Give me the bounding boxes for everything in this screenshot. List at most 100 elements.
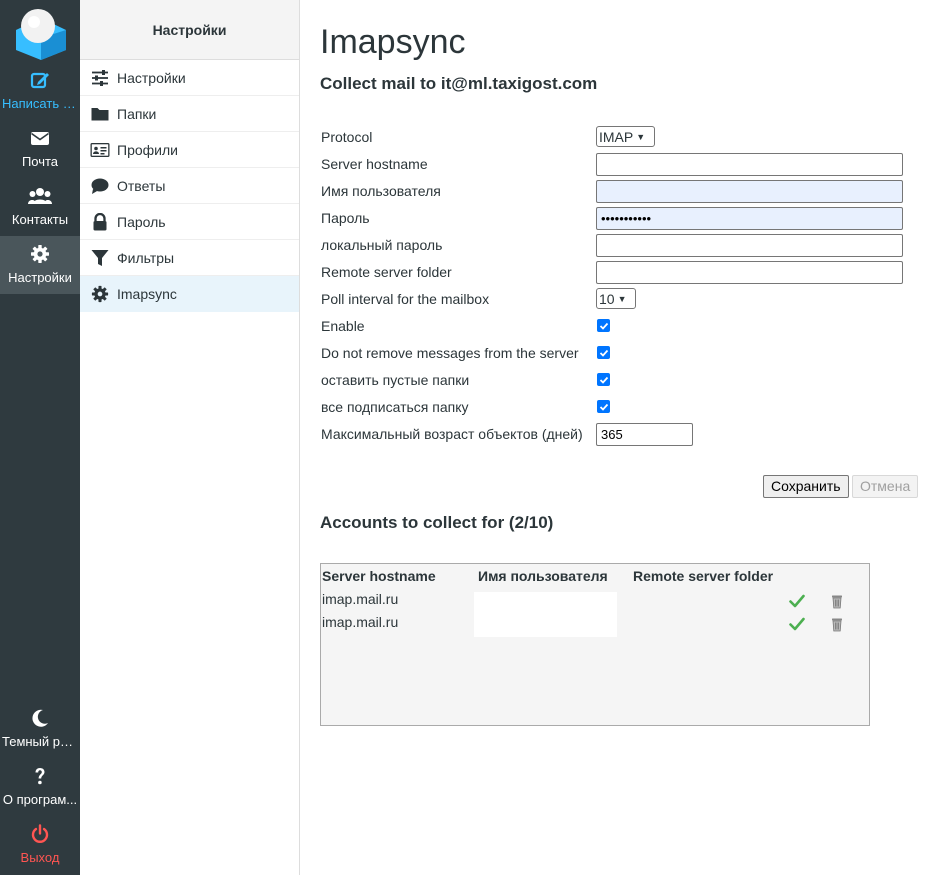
- app-logo: [14, 4, 68, 60]
- max-age-input[interactable]: [596, 423, 693, 446]
- protocol-select[interactable]: IMAP ▼: [596, 126, 655, 147]
- column-header: Remote server folder: [633, 568, 774, 584]
- settings-button[interactable]: Настройки: [0, 236, 80, 294]
- enable-label: Enable: [321, 318, 365, 334]
- column-header: Имя пользователя: [478, 568, 608, 584]
- protocol-label: Protocol: [321, 129, 373, 145]
- protocol-select-value: IMAP: [599, 128, 634, 145]
- question-icon: [0, 766, 80, 788]
- settings-item-imapsync[interactable]: Imapsync: [80, 276, 299, 312]
- logout-label: Выход: [20, 850, 60, 865]
- logout-button[interactable]: Выход: [0, 816, 80, 874]
- moon-icon: [0, 708, 80, 730]
- page-subtitle: Collect mail to it@ml.taxigost.com: [320, 74, 598, 93]
- settings-item-label: Ответы: [117, 177, 166, 194]
- comment-icon: [90, 176, 110, 196]
- account-server[interactable]: imap.mail.ru: [322, 591, 398, 607]
- accounts-title: Accounts to collect for (2/10): [320, 513, 554, 532]
- about-label: О програм...: [2, 792, 78, 807]
- check-icon[interactable]: [789, 593, 805, 609]
- max-age-label: Максимальный возраст объектов (дней): [321, 426, 583, 442]
- username-row: Имя пользователя: [320, 180, 910, 207]
- do-not-remove-row: Do not remove messages from the server: [320, 342, 910, 369]
- page-title: Imapsync: [320, 23, 466, 61]
- settings-item-password[interactable]: Пароль: [80, 204, 299, 240]
- lock-icon: [90, 212, 110, 232]
- about-button[interactable]: О програм...: [0, 758, 80, 816]
- chevron-down-icon: ▼: [636, 131, 646, 142]
- id-card-icon: [90, 140, 110, 160]
- poll-interval-label: Poll interval for the mailbox: [321, 291, 490, 307]
- column-header: Server hostname: [322, 568, 436, 584]
- settings-item-label: Imapsync: [117, 285, 177, 302]
- server-hostname-label: Server hostname: [321, 156, 428, 172]
- poll-interval-value: 10: [599, 290, 615, 307]
- dark-mode-label: Темный ре...: [2, 734, 79, 749]
- settings-item-identities[interactable]: Профили: [80, 132, 299, 168]
- sliders-icon: [90, 68, 110, 88]
- contacts-label: Контакты: [11, 212, 69, 227]
- save-button[interactable]: Сохранить: [763, 475, 849, 498]
- enable-row: Enable: [320, 315, 910, 342]
- server-hostname-row: Server hostname: [320, 153, 910, 180]
- remote-folder-input[interactable]: [596, 261, 903, 284]
- do-not-remove-label: Do not remove messages from the server: [321, 345, 579, 361]
- subscribe-all-label: все подписаться папку: [321, 399, 469, 415]
- trash-icon[interactable]: [829, 616, 845, 632]
- password-label: Пароль: [321, 210, 370, 226]
- folder-icon: [90, 104, 110, 124]
- settings-item-label: Фильтры: [117, 249, 175, 266]
- gear-icon: [90, 284, 110, 304]
- keep-empty-folders-label: оставить пустые папки: [321, 372, 470, 388]
- max-age-row: Максимальный возраст объектов (дней): [320, 423, 910, 450]
- redacted-usernames: [474, 592, 617, 637]
- settings-header: Настройки: [80, 0, 299, 60]
- protocol-row: Protocol IMAP ▼: [320, 126, 910, 153]
- nav-rail: Написать с... Почта Контакты Настройки Т…: [0, 0, 80, 875]
- username-input[interactable]: [596, 180, 903, 203]
- settings-item-filters[interactable]: Фильтры: [80, 240, 299, 276]
- compose-icon: [0, 70, 80, 92]
- remote-folder-row: Remote server folder: [320, 261, 910, 288]
- mail-label: Почта: [21, 154, 59, 169]
- trash-icon[interactable]: [829, 593, 845, 609]
- cancel-button[interactable]: Отмена: [852, 475, 919, 498]
- account-server[interactable]: imap.mail.ru: [322, 614, 398, 630]
- settings-sidebar: Настройки Настройки Папки Профили Ответы…: [80, 0, 300, 875]
- settings-item-label: Папки: [117, 105, 157, 122]
- chevron-down-icon: ▼: [617, 293, 627, 304]
- compose-button[interactable]: Написать с...: [0, 62, 80, 120]
- mail-button[interactable]: Почта: [0, 120, 80, 178]
- poll-interval-row: Poll interval for the mailbox 10 ▼: [320, 288, 910, 315]
- subscribe-all-row: все подписаться папку: [320, 396, 910, 423]
- compose-label: Написать с...: [2, 96, 80, 111]
- local-password-label: локальный пароль: [321, 237, 443, 253]
- filter-icon: [90, 248, 110, 268]
- keep-empty-folders-row: оставить пустые папки: [320, 369, 910, 396]
- contacts-button[interactable]: Контакты: [0, 178, 80, 236]
- poll-interval-select[interactable]: 10 ▼: [596, 288, 636, 309]
- users-icon: [0, 186, 80, 208]
- remote-folder-label: Remote server folder: [321, 264, 452, 280]
- enable-checkbox[interactable]: [597, 319, 610, 332]
- settings-label: Настройки: [8, 270, 72, 285]
- power-icon: [0, 824, 80, 846]
- settings-item-folders[interactable]: Папки: [80, 96, 299, 132]
- gear-icon: [0, 244, 80, 266]
- password-input[interactable]: [596, 207, 903, 230]
- do-not-remove-checkbox[interactable]: [597, 346, 610, 359]
- local-password-input[interactable]: [596, 234, 903, 257]
- settings-item-label: Пароль: [117, 213, 166, 230]
- local-password-row: локальный пароль: [320, 234, 910, 261]
- keep-empty-folders-checkbox[interactable]: [597, 373, 610, 386]
- server-hostname-input[interactable]: [596, 153, 903, 176]
- dark-mode-button[interactable]: Темный ре...: [0, 700, 80, 758]
- subscribe-all-checkbox[interactable]: [597, 400, 610, 413]
- settings-item-preferences[interactable]: Настройки: [80, 60, 299, 96]
- envelope-icon: [0, 128, 80, 150]
- settings-item-label: Профили: [117, 141, 178, 158]
- accounts-table: Server hostname Имя пользователя Remote …: [320, 563, 870, 726]
- settings-item-responses[interactable]: Ответы: [80, 168, 299, 204]
- username-label: Имя пользователя: [321, 183, 441, 199]
- check-icon[interactable]: [789, 616, 805, 632]
